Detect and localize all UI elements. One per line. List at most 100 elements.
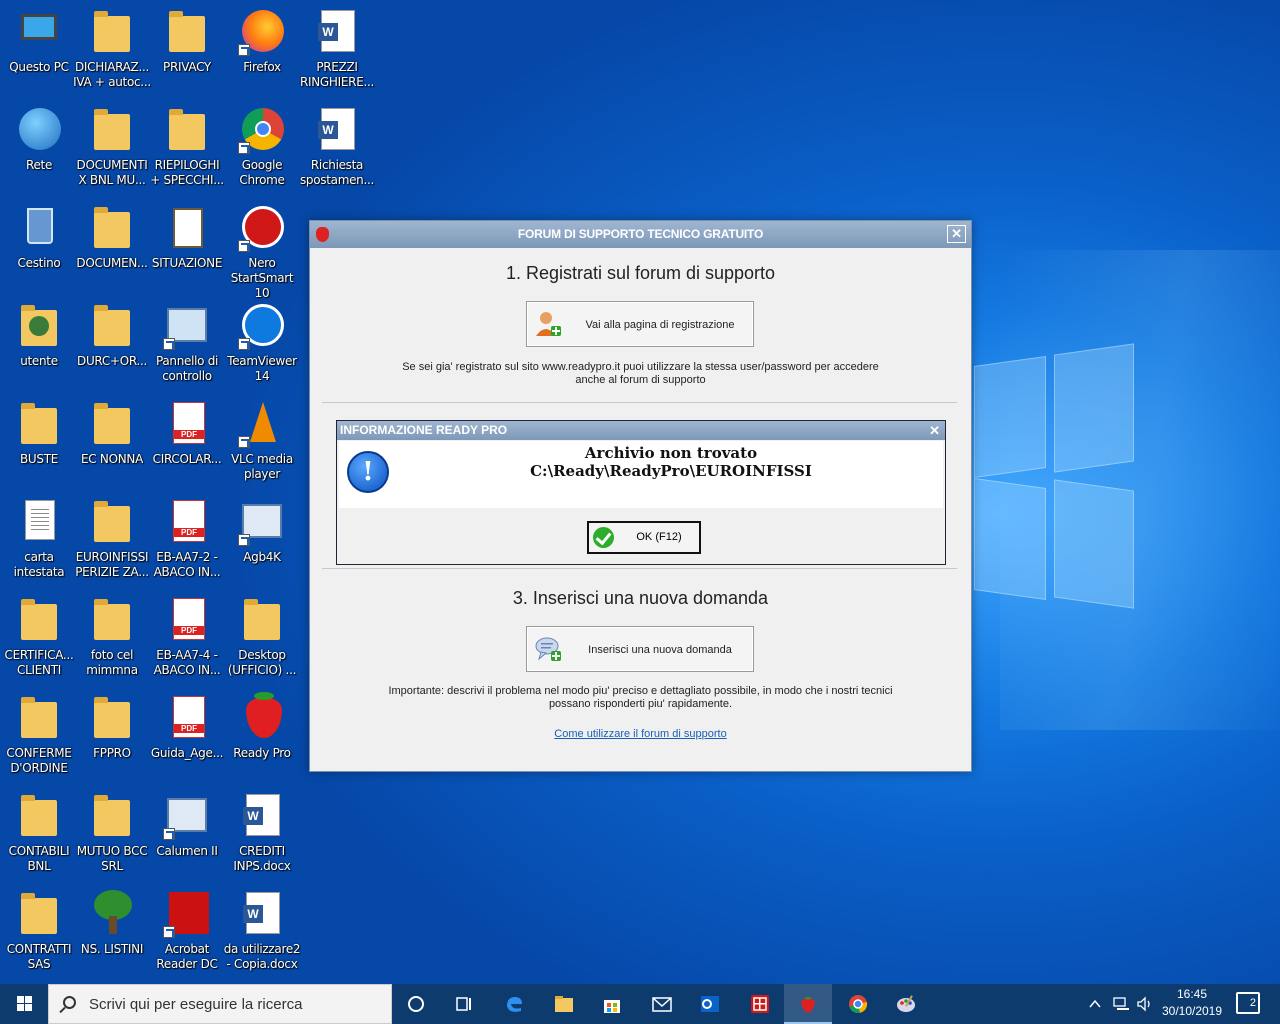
taskbar-mail[interactable] — [638, 984, 686, 1024]
desktop-icon[interactable]: EC NONNA — [73, 400, 151, 467]
desktop-icon[interactable]: PDF EB-AA7-4 - ABACO IN... — [148, 596, 226, 678]
desktop-icon[interactable]: TeamViewer 14 — [223, 302, 301, 384]
desktop-icon[interactable]: Pannello di controllo — [148, 302, 226, 384]
desktop-icon-label: CREDITI INPS.docx — [233, 844, 291, 873]
desktop-icon[interactable]: MUTUO BCC SRL — [73, 792, 151, 874]
desktop-icon[interactable]: CERTIFICA... CLIENTI — [0, 596, 78, 678]
desktop-icon[interactable]: DICHIARAZ... IVA + autoc... — [73, 8, 151, 90]
taskbar-store[interactable] — [588, 984, 636, 1024]
desktop-icon-label: EUROINFISSI PERIZIE ZA... — [75, 550, 149, 579]
task-view-button[interactable] — [440, 984, 488, 1024]
network-icon — [15, 106, 63, 154]
desktop-icon[interactable]: FPPRO — [73, 694, 151, 761]
edge-icon — [507, 997, 522, 1012]
taskbar-file-explorer[interactable] — [540, 984, 588, 1024]
desktop-icon-label: PREZZI RINGHIERE... — [299, 60, 375, 89]
desktop-icon[interactable]: CONTABILI BNL — [0, 792, 78, 874]
important-note-line2: possano risponderti piu' rapidamente. — [548, 698, 733, 710]
desktop-icon[interactable]: VLC media player — [223, 400, 301, 482]
desktop-icon[interactable]: carta intestata — [0, 498, 78, 580]
desktop-icon[interactable]: Cestino — [0, 204, 78, 271]
desktop-icon-label: RIEPILOGHI + SPECCHI... — [150, 158, 224, 187]
desktop-icon[interactable]: Wda utilizzare2 - Copia.docx — [223, 890, 301, 972]
desktop-icon[interactable]: Agb4K — [223, 498, 301, 565]
taskbar-chrome[interactable] — [834, 984, 882, 1024]
desktop-icon[interactable]: foto cel mimmna — [73, 596, 151, 678]
close-icon[interactable]: ✕ — [929, 421, 940, 440]
taskbar-app-red[interactable] — [736, 984, 784, 1024]
folder-icon — [15, 694, 63, 742]
taskbar-ready-pro[interactable] — [784, 984, 832, 1024]
chevron-up-icon[interactable] — [1088, 998, 1102, 1010]
support-forum-help-link[interactable]: Come utilizzare il forum di supporto — [310, 728, 971, 740]
taskbar-paint[interactable] — [882, 984, 930, 1024]
taskbar-search-box[interactable]: Scrivi qui per eseguire la ricerca — [48, 984, 392, 1024]
desktop-icon[interactable]: W CREDITI INPS.docx — [223, 792, 301, 874]
taskbar-outlook[interactable] — [686, 984, 734, 1024]
tree-icon — [88, 890, 136, 938]
desktop-icon[interactable]: W PREZZI RINGHIERE... — [298, 8, 376, 90]
desktop-icon-label: Nero StartSmart 10 — [230, 256, 294, 300]
desktop-icon[interactable]: Ready Pro — [223, 692, 301, 761]
task-view-icon — [456, 997, 471, 1011]
desktop-icon-label: Calumen II — [156, 844, 218, 858]
desktop-icon-label: CONFERME D'ORDINE — [6, 746, 72, 775]
dialog-titlebar[interactable]: FORUM DI SUPPORTO TECNICO GRATUITO ✕ — [310, 221, 971, 248]
desktop-icon-label: Ready Pro — [233, 746, 291, 760]
folder-icon — [88, 792, 136, 840]
desktop-icon[interactable]: utente — [0, 302, 78, 369]
desktop-icon[interactable]: BUSTE — [0, 400, 78, 467]
info-title: INFORMAZIONE READY PRO — [340, 423, 508, 437]
folder-icon — [88, 106, 136, 154]
desktop-icon-label: Firefox — [243, 60, 281, 74]
desktop-icon[interactable]: Rete — [0, 106, 78, 173]
desktop-icon[interactable]: W Richiesta spostamen... — [298, 106, 376, 188]
desktop-icon[interactable]: DURC+OR... — [73, 302, 151, 369]
desktop-icon[interactable]: PRIVACY — [148, 8, 226, 75]
desktop-icon[interactable]: PDF EB-AA7-2 - ABACO IN... — [148, 498, 226, 580]
document-icon — [15, 498, 63, 546]
control-panel-icon — [163, 302, 211, 350]
start-button[interactable] — [0, 984, 48, 1024]
notification-count: 2 — [1249, 997, 1256, 1009]
register-page-button[interactable]: Vai alla pagina di registrazione — [526, 301, 754, 347]
checkmark-icon — [593, 527, 614, 548]
desktop-icon-label: EB-AA7-4 - ABACO IN... — [153, 648, 221, 677]
desktop-icon[interactable]: Calumen II — [148, 792, 226, 859]
notification-center-button[interactable]: 2 — [1236, 992, 1260, 1014]
network-icon[interactable] — [1112, 996, 1130, 1012]
desktop-icon[interactable]: Questo PC — [0, 8, 78, 75]
desktop-icon[interactable]: EUROINFISSI PERIZIE ZA... — [73, 498, 151, 580]
windows-logo-icon — [17, 996, 24, 1003]
desktop-icon-label: CERTIFICA... CLIENTI — [4, 648, 74, 677]
ready-pro-app-icon — [316, 227, 329, 242]
desktop-icon[interactable]: RIEPILOGHI + SPECCHI... — [148, 106, 226, 188]
desktop-icon[interactable]: Firefox — [223, 8, 301, 75]
folder-icon — [238, 596, 286, 644]
new-question-button[interactable]: Inserisci una nuova domanda — [526, 626, 754, 672]
close-icon[interactable]: ✕ — [947, 225, 966, 243]
ok-button[interactable]: OK (F12) — [587, 521, 701, 554]
taskbar-edge[interactable] — [490, 984, 538, 1024]
step3-title: 3. Inserisci una nuova domanda — [512, 588, 769, 608]
clock-date: 30/10/2019 — [1161, 1004, 1223, 1018]
desktop-icon[interactable]: SITUAZIONE — [148, 204, 226, 271]
cortana-button[interactable] — [392, 984, 440, 1024]
dialog-title: FORUM DI SUPPORTO TECNICO GRATUITO — [517, 227, 764, 241]
taskbar-clock[interactable]: 16:45 30/10/2019 — [1152, 986, 1232, 1020]
desktop-icon[interactable]: CONFERME D'ORDINE — [0, 694, 78, 776]
folder-icon — [555, 996, 573, 1012]
desktop-icon[interactable]: PDF CIRCOLAR... — [148, 400, 226, 467]
info-titlebar[interactable]: INFORMAZIONE READY PRO ✕ — [337, 421, 945, 440]
desktop-icon[interactable]: NS. LISTINI — [73, 890, 151, 957]
desktop-icon[interactable]: DOCUMENTI X BNL MU... — [73, 106, 151, 188]
desktop-icon[interactable]: Desktop (UFFICIO) ... — [223, 596, 301, 678]
desktop-icon[interactable]: CONTRATTI SAS — [0, 890, 78, 972]
desktop-icon[interactable]: DOCUMEN... — [73, 204, 151, 271]
desktop-icon[interactable]: Acrobat Reader DC — [148, 890, 226, 972]
search-icon — [63, 996, 76, 1009]
desktop-icon[interactable]: PDF Guida_Age... — [148, 694, 226, 761]
desktop-icon[interactable]: Google Chrome — [223, 106, 301, 188]
desktop-icon[interactable]: Nero StartSmart 10 — [223, 204, 301, 301]
user-folder-icon — [15, 302, 63, 350]
